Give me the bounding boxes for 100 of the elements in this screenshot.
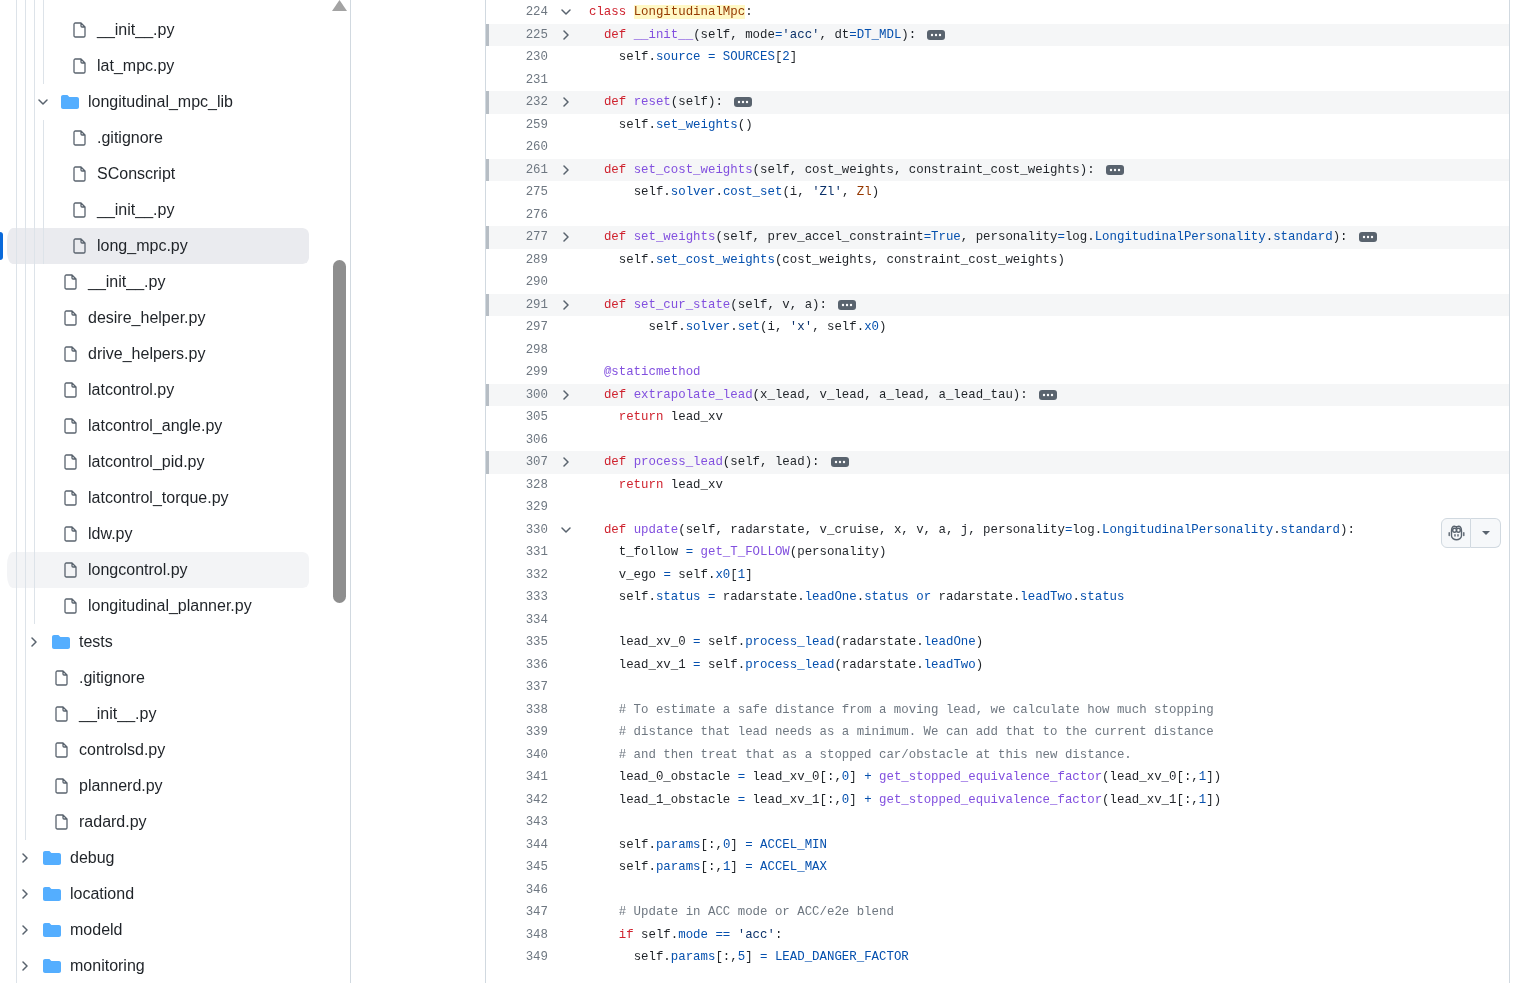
folder-tree-item[interactable]: locationd: [0, 876, 309, 912]
line-number: 342: [525, 792, 548, 807]
code-line: self.source = SOURCES[2]: [618, 50, 798, 65]
code-line: lead_xv_0 = self.process_lead(radarstate.leadOne): [618, 635, 984, 650]
chevron-right-icon[interactable]: [563, 457, 569, 468]
line-number: 259: [525, 117, 548, 132]
file-icon: [54, 742, 68, 758]
line-number: 261: [525, 162, 548, 177]
file-icon: [54, 814, 68, 830]
line-number: 225: [525, 27, 548, 42]
line-number: 328: [525, 477, 548, 492]
code-line: def extrapolate_lead(x_lead, v_lead, a_lead, a_lead_tau):: [603, 387, 1028, 402]
folder-tree-item[interactable]: tests: [0, 624, 309, 660]
file-tree-item[interactable]: __init__.py: [0, 12, 309, 48]
ellipsis-icon[interactable]: [1105, 164, 1124, 175]
chevron-right-icon[interactable]: [22, 925, 28, 935]
code-line: lead_xv_1 = self.process_lead(radarstate.leadTwo): [618, 657, 984, 672]
line-number: 348: [525, 927, 548, 942]
file-icon: [54, 670, 68, 686]
file-tree-item[interactable]: latcontrol_pid.py: [0, 444, 309, 480]
scrollbar-thumb[interactable]: [333, 260, 346, 603]
line-number: 340: [525, 747, 548, 762]
chevron-right-icon[interactable]: [563, 97, 569, 108]
file-icon: [63, 526, 77, 542]
line-number: 334: [525, 612, 548, 627]
file-tree-item[interactable]: __init__.py: [0, 192, 309, 228]
assistant-button[interactable]: [1441, 518, 1471, 548]
file-tree-item[interactable]: latcontrol_torque.py: [0, 480, 309, 516]
folder-tree-item[interactable]: debug: [0, 840, 309, 876]
line-number: 338: [525, 702, 548, 717]
line-number: 330: [525, 522, 548, 537]
chevron-right-icon[interactable]: [563, 164, 569, 175]
line-number: 305: [525, 410, 548, 425]
line-number: 275: [525, 185, 548, 200]
file-icon: [72, 166, 86, 182]
file-icon: [63, 562, 77, 578]
file-tree-item[interactable]: latcontrol.py: [0, 372, 309, 408]
chevron-down-icon[interactable]: [561, 526, 571, 533]
file-tree-item[interactable]: __init__.py: [0, 696, 309, 732]
file-icon: [72, 58, 86, 74]
robot-face-icon: [1447, 525, 1465, 541]
file-tree-item[interactable]: SConscript: [0, 156, 309, 192]
file-tree-item[interactable]: .gitignore: [0, 660, 309, 696]
ellipsis-icon[interactable]: [733, 97, 752, 108]
code-line: class LongitudinalMpc:: [589, 5, 753, 20]
chevron-right-icon[interactable]: [22, 853, 28, 863]
line-number: 299: [525, 365, 548, 380]
file-tree-item[interactable]: .gitignore: [0, 120, 309, 156]
ellipsis-icon[interactable]: [1358, 232, 1377, 243]
file-icon: [63, 382, 77, 398]
file-tree-item[interactable]: radard.py: [0, 804, 309, 840]
folder-icon: [43, 851, 61, 865]
file-tree-item[interactable]: ldw.py: [0, 516, 309, 552]
file-icon: [63, 310, 77, 326]
line-number: 341: [525, 770, 548, 785]
chevron-right-icon[interactable]: [31, 637, 37, 647]
line-number: 343: [525, 815, 548, 830]
code-line: if self.mode == 'acc':: [618, 927, 783, 942]
file-icon: [63, 274, 77, 290]
chevron-right-icon[interactable]: [563, 299, 569, 310]
line-number: 346: [525, 882, 548, 897]
chevron-right-icon[interactable]: [22, 889, 28, 899]
line-number: 329: [525, 500, 548, 515]
file-tree-item[interactable]: latcontrol_angle.py: [0, 408, 309, 444]
line-number: 344: [525, 837, 548, 852]
line-number: 298: [525, 342, 548, 357]
chevron-down-icon[interactable]: [561, 9, 571, 16]
file-tree-item[interactable]: longitudinal_planner.py: [0, 588, 309, 624]
file-icon: [72, 238, 86, 254]
file-icon: [72, 202, 86, 218]
file-tree-item[interactable]: long_mpc.py: [0, 228, 309, 264]
folder-tree-item[interactable]: modeld: [0, 912, 309, 948]
line-number: 332: [525, 567, 548, 582]
ellipsis-icon[interactable]: [1038, 389, 1057, 400]
chevron-right-icon[interactable]: [22, 961, 28, 971]
chevron-right-icon[interactable]: [563, 389, 569, 400]
folder-tree-item[interactable]: longitudinal_mpc_lib: [0, 84, 309, 120]
file-tree-item[interactable]: plannerd.py: [0, 768, 309, 804]
code-line: def process_lead(self, lead):: [603, 455, 820, 470]
file-tree-item[interactable]: drive_helpers.py: [0, 336, 309, 372]
file-tree-item[interactable]: desire_helper.py: [0, 300, 309, 336]
chevron-right-icon[interactable]: [563, 232, 569, 243]
chevron-down-icon[interactable]: [38, 99, 48, 105]
chevron-right-icon[interactable]: [563, 29, 569, 40]
folder-tree-item[interactable]: monitoring: [0, 948, 309, 983]
file-tree-item[interactable]: lat_mpc.py: [0, 48, 309, 84]
folder-icon: [43, 923, 61, 937]
file-icon: [72, 22, 86, 38]
ellipsis-icon[interactable]: [837, 299, 856, 310]
file-tree-item[interactable]: __init__.py: [0, 264, 309, 300]
line-number: 232: [525, 95, 548, 110]
file-tree-item[interactable]: controlsd.py: [0, 732, 309, 768]
code-line: def set_cur_state(self, v, a):: [603, 297, 827, 312]
file-icon: [63, 418, 77, 434]
code-line: self.status = radarstate.leadOne.status or radarstate.leadTwo.status: [618, 590, 1125, 605]
caret-down-icon: [1481, 531, 1490, 535]
file-icon: [63, 598, 77, 614]
ellipsis-icon[interactable]: [927, 29, 946, 40]
code-line: v_ego = self.x0[1]: [618, 567, 753, 582]
ellipsis-icon[interactable]: [830, 457, 849, 468]
